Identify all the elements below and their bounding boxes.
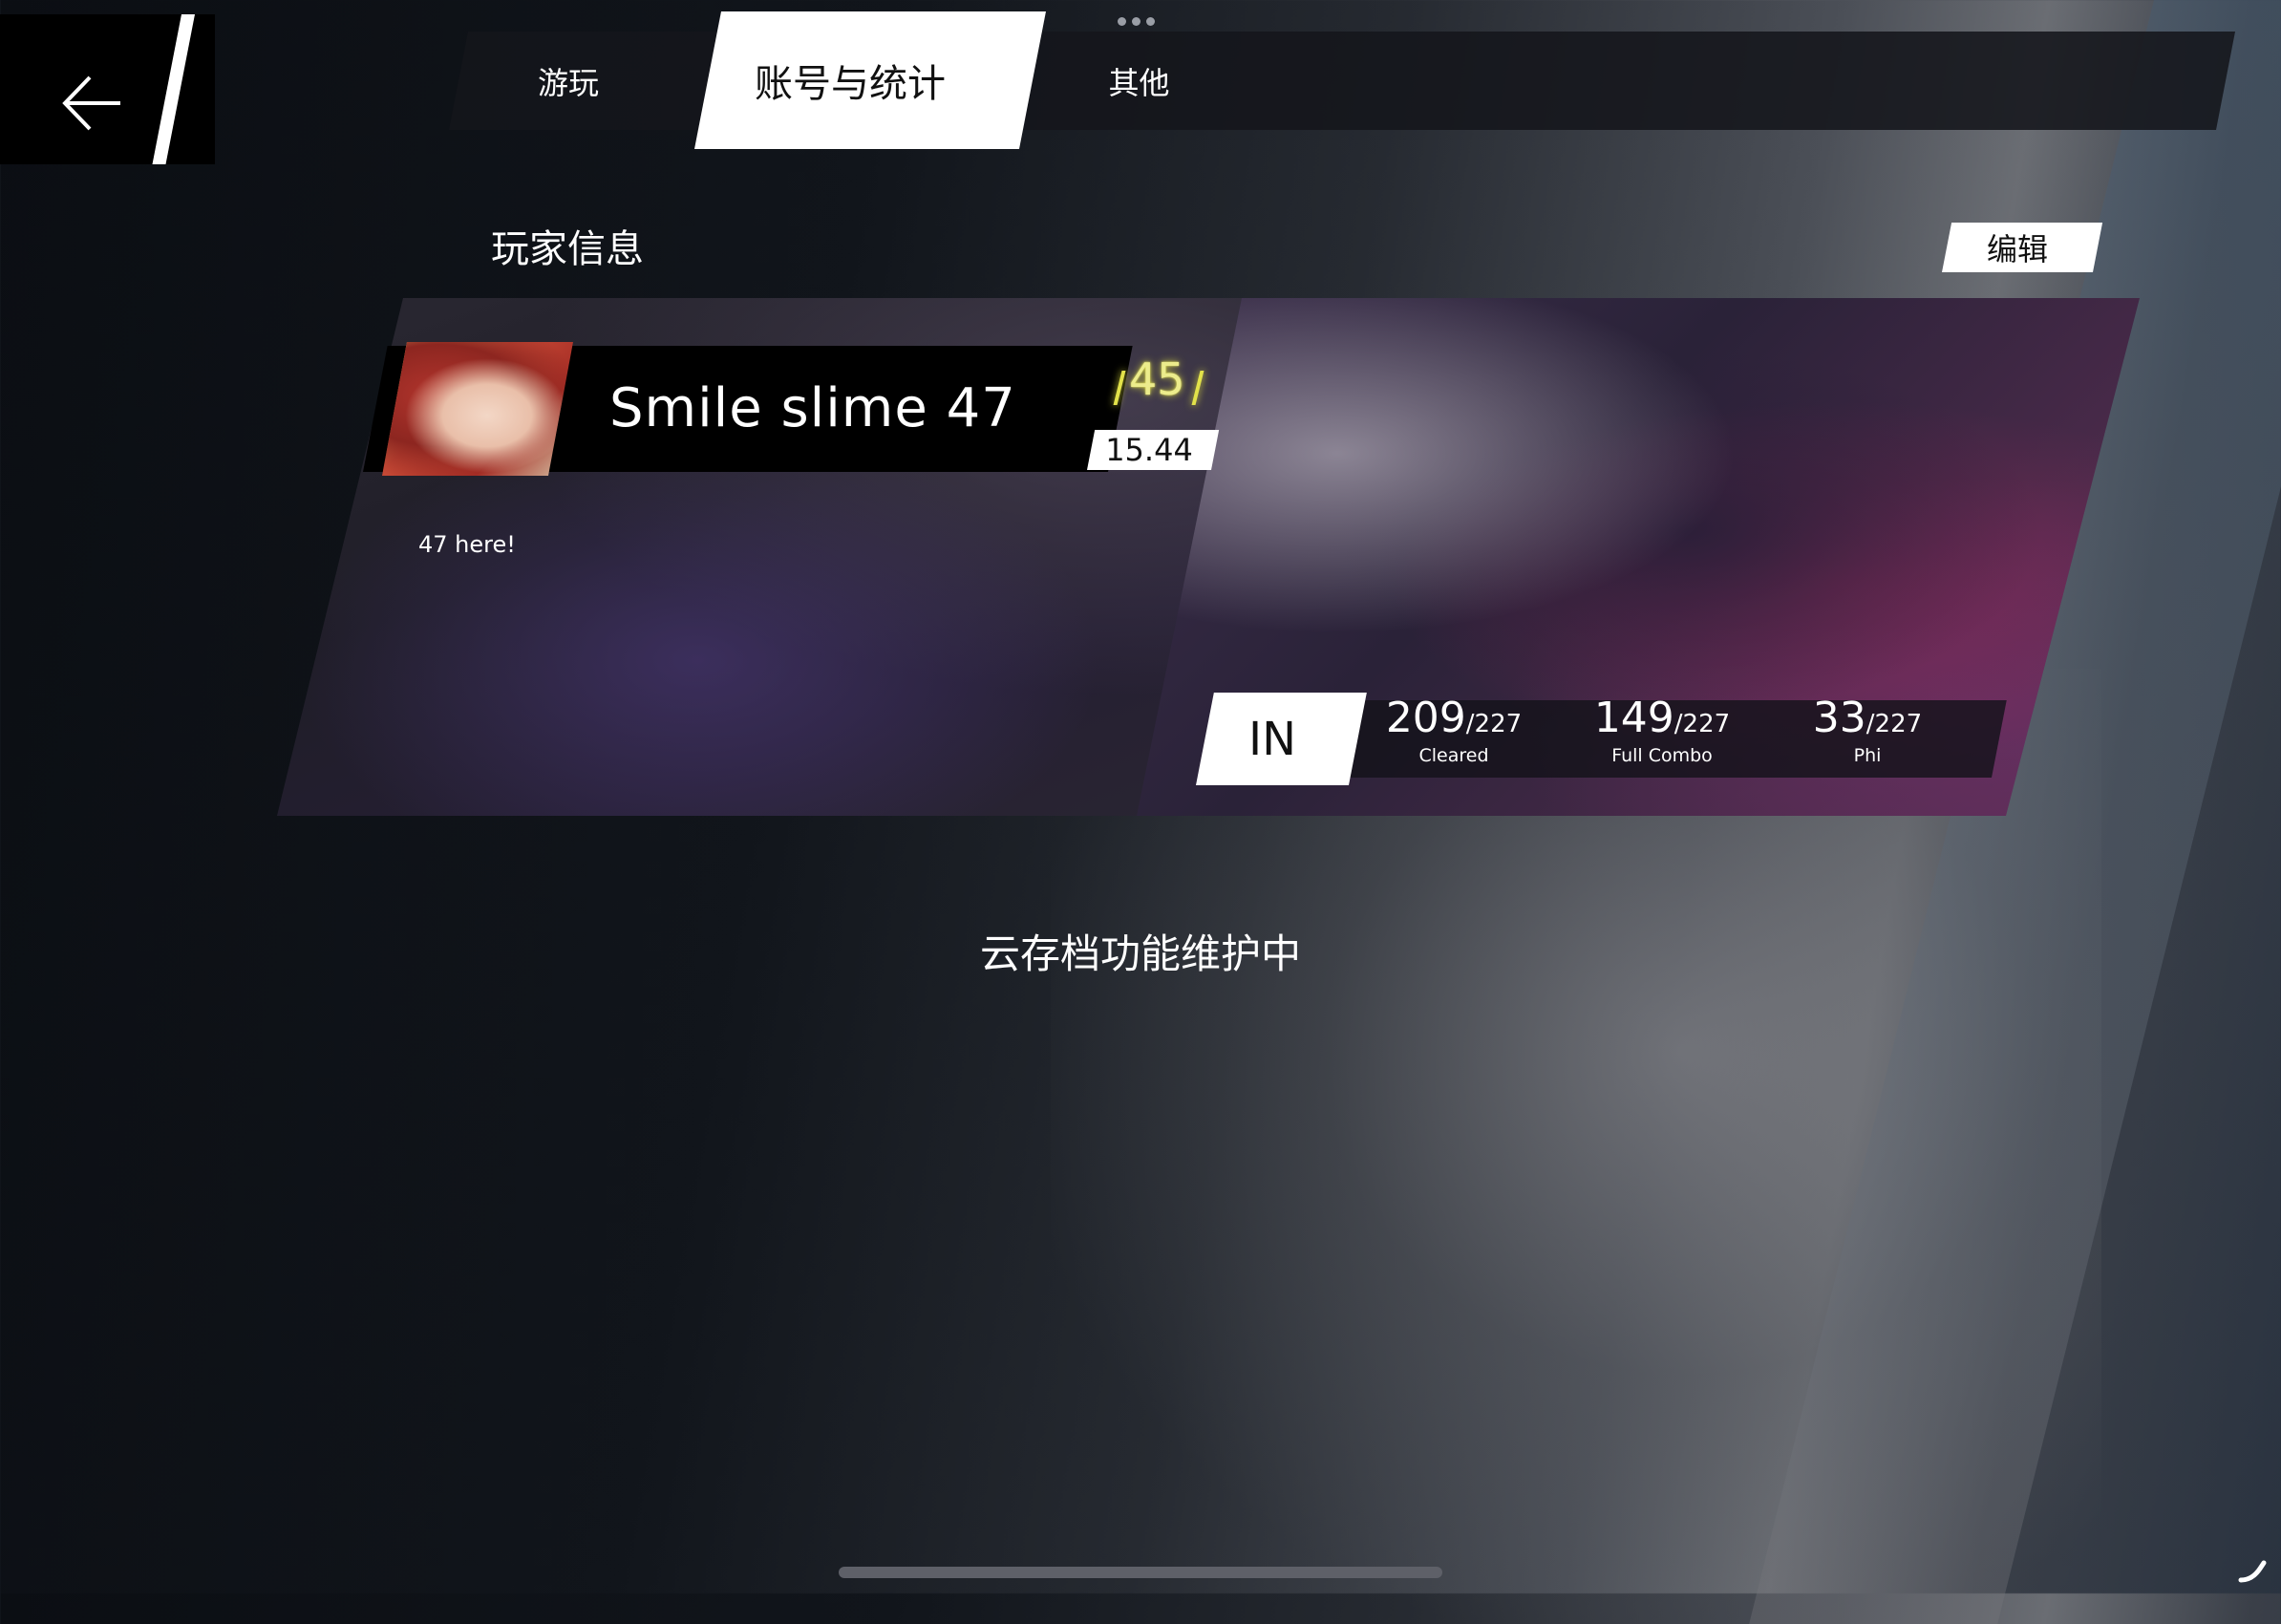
- section-title: 玩家信息: [491, 227, 644, 271]
- more-dots-icon[interactable]: [1118, 17, 1155, 26]
- edit-button[interactable]: 编辑: [1942, 223, 2093, 272]
- cloud-save-status: 云存档功能维护中: [979, 930, 1301, 977]
- player-level: 45: [1129, 353, 1185, 405]
- stat-cleared: 209/227 Cleared: [1373, 694, 1535, 767]
- tab-account-stats[interactable]: 账号与统计: [707, 11, 993, 149]
- tab-play[interactable]: 游玩: [478, 32, 659, 130]
- stat-phi-total: /227: [1865, 710, 1923, 738]
- arrow-left-icon: [62, 75, 120, 131]
- player-bio: 47 here!: [418, 531, 516, 558]
- stat-full-combo-label: Full Combo: [1611, 745, 1713, 766]
- stat-phi: 33/227 Phi: [1786, 694, 1949, 767]
- stat-phi-label: Phi: [1853, 745, 1882, 766]
- home-indicator[interactable]: [839, 1567, 1442, 1578]
- stat-cleared-label: Cleared: [1418, 745, 1489, 766]
- tab-other[interactable]: 其他: [1051, 32, 1227, 130]
- stat-full-combo-value: 149: [1593, 694, 1674, 742]
- stat-cleared-value: 209: [1385, 694, 1466, 742]
- rks-value: 15.44: [1105, 432, 1193, 468]
- hook-icon: [2238, 1560, 2267, 1583]
- stat-phi-value: 33: [1812, 694, 1866, 742]
- stat-full-combo-total: /227: [1673, 710, 1731, 738]
- difficulty-badge[interactable]: IN: [1196, 693, 1349, 785]
- player-name: Smile slime 47: [609, 377, 1016, 439]
- stat-full-combo: 149/227 Full Combo: [1581, 694, 1743, 767]
- avatar[interactable]: [382, 342, 573, 476]
- stat-cleared-total: /227: [1465, 710, 1523, 738]
